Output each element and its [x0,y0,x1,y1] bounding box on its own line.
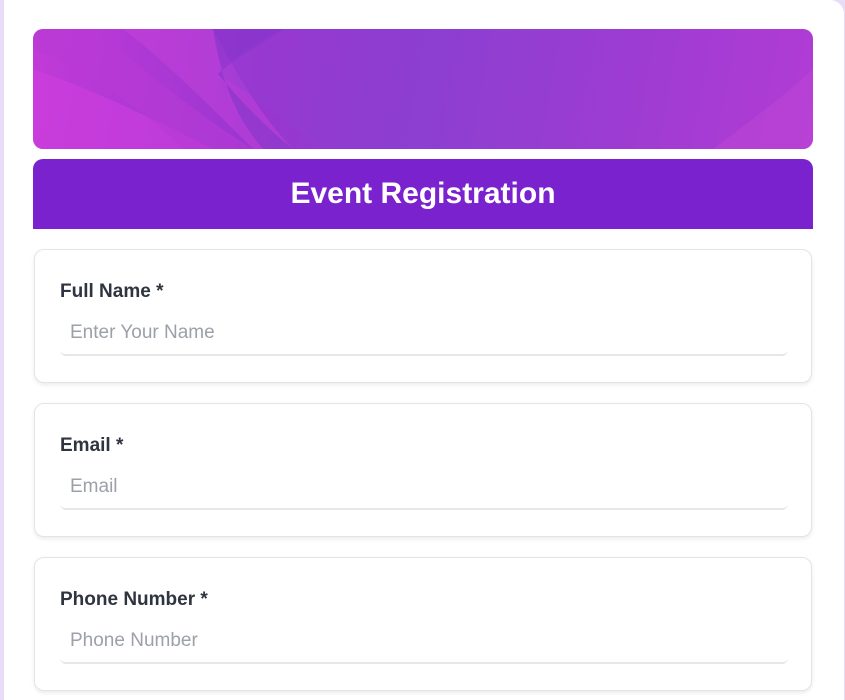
form-title: Event Registration [290,177,556,210]
banner-wave-graphic [33,29,813,149]
email-label: Email * [60,435,124,456]
full-name-input[interactable] [60,312,788,356]
phone-number-input[interactable] [60,620,788,664]
form-page: Event Registration Full Name * Email * P… [4,0,844,700]
phone-number-label: Phone Number * [60,589,208,610]
email-input[interactable] [60,466,788,510]
email-card: Email * [34,403,812,537]
header-banner-image [33,29,813,149]
form-title-bar: Event Registration [33,159,813,229]
full-name-label: Full Name * [60,281,164,302]
phone-number-card: Phone Number * [34,557,812,691]
full-name-card: Full Name * [34,249,812,383]
